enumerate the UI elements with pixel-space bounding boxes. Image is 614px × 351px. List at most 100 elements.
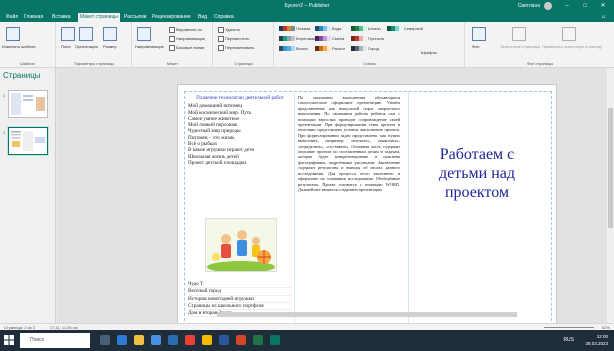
document-page[interactable]: Плачение технологии деятельной работ Мой…	[177, 84, 557, 323]
margins-button[interactable]: Поля	[61, 44, 71, 49]
color-swatch	[327, 26, 331, 32]
color-scheme-item[interactable]: Вода	[315, 26, 341, 33]
color-swatch	[363, 36, 367, 42]
apply-master-button[interactable]: Применить эталонную страницу	[542, 44, 602, 49]
column-divider	[408, 91, 409, 323]
children-illustration	[206, 219, 276, 273]
scheme-label: Северный	[404, 26, 423, 31]
page-thumbnail-1[interactable]	[8, 90, 48, 118]
tab-page-design[interactable]: Макет страницы	[78, 13, 120, 22]
change-template-button[interactable]: Изменить шаблон	[2, 44, 36, 49]
text-column-2[interactable]: По окончании выполнения обучающиеся само…	[298, 95, 400, 192]
maximize-button[interactable]: □	[578, 1, 592, 11]
powerpoint-icon[interactable]	[236, 335, 246, 345]
color-swatch	[291, 36, 295, 42]
status-bar: Страница: 2 из 2 17,11, 11,90 см 62%	[0, 323, 614, 330]
orientation-button[interactable]: Ориентация	[75, 44, 98, 49]
text-column-1[interactable]: Плачение технологии деятельной работ Мой…	[188, 95, 292, 166]
delete-page-button[interactable]: Удалить	[218, 27, 240, 33]
taskbar-search-input[interactable]: Поиск	[20, 333, 90, 348]
checkbox-icon	[169, 36, 175, 42]
fonts-button[interactable]: Шрифты	[421, 50, 437, 55]
column-divider	[294, 91, 295, 323]
horizontal-scrollbar[interactable]	[217, 312, 517, 317]
tab-help[interactable]: Справка	[212, 13, 236, 22]
color-swatch	[327, 36, 331, 42]
pages-pane: Страницы 1 2	[0, 68, 56, 323]
rename-icon	[218, 45, 224, 51]
close-button[interactable]: ✕	[596, 1, 610, 11]
move-page-button[interactable]: Переместить	[218, 36, 250, 42]
background-button[interactable]: Фон	[472, 44, 479, 49]
title-text-box[interactable]: Работаем с детьми над проектом	[414, 145, 540, 202]
ribbon: Изменить шаблон Шаблон Поля Ориентация Р…	[0, 22, 614, 68]
color-swatch	[327, 46, 331, 52]
title-bar: Буклет2 – Publisher Светлана – □ ✕	[0, 0, 614, 12]
color-scheme-item[interactable]: Шпили	[351, 26, 381, 33]
yandex-icon[interactable]	[202, 335, 212, 345]
word-icon[interactable]	[219, 335, 229, 345]
size-button[interactable]: Размер	[103, 44, 117, 49]
tab-mailings[interactable]: Рассылки	[122, 13, 148, 22]
baseline-checkbox[interactable]: Базовые линии	[169, 45, 204, 51]
user-name[interactable]: Светлана	[518, 3, 540, 9]
group-page-setup: Поля Ориентация Размер Параметры страниц…	[57, 22, 132, 68]
zoom-slider[interactable]	[544, 327, 594, 328]
group-label: Страницы	[234, 61, 253, 66]
vertical-scrollbar[interactable]	[607, 68, 614, 323]
scheme-label: Шпили	[368, 26, 381, 31]
tab-view[interactable]: Вид	[196, 13, 209, 22]
color-scheme-item[interactable]: Северный	[387, 26, 423, 33]
tab-file[interactable]: Файл	[4, 13, 20, 22]
template-icon	[6, 27, 20, 41]
windows-start-icon[interactable]	[4, 335, 14, 345]
align-objects-option[interactable]: Выровнять по	[169, 27, 202, 33]
minimize-button[interactable]: –	[560, 1, 574, 11]
color-scheme-item[interactable]: Смена	[315, 36, 344, 43]
mail-icon[interactable]	[168, 335, 178, 345]
color-scheme-item[interactable]: Раскол	[315, 46, 345, 53]
topic-line: Веселый город	[188, 288, 292, 296]
tab-home[interactable]: Главная	[22, 13, 45, 22]
excel-icon[interactable]	[253, 335, 263, 345]
color-scheme-item[interactable]: Пустыня	[351, 36, 384, 43]
page-thumbnail-2[interactable]	[8, 127, 48, 155]
group-label: Макет	[166, 61, 179, 66]
color-swatch	[291, 46, 295, 52]
apply-master-icon	[562, 27, 576, 41]
group-label: Параметры страницы	[73, 61, 115, 66]
store-icon[interactable]	[151, 335, 161, 345]
scheme-label: Плазма	[296, 26, 311, 31]
tab-insert[interactable]: Вставка	[50, 13, 73, 22]
children-picture[interactable]	[205, 218, 277, 273]
share-icon[interactable]: ☺	[601, 14, 606, 20]
group-pages: Удалить Переместить Переименовать Страни…	[214, 22, 274, 68]
margins-icon	[61, 27, 75, 41]
publisher-icon[interactable]	[270, 335, 280, 345]
checkbox-icon	[169, 45, 175, 51]
edge-icon[interactable]	[117, 335, 127, 345]
scrollbar-thumb[interactable]	[608, 108, 613, 228]
color-scheme-item[interactable]: Волна	[279, 46, 308, 53]
language-indicator[interactable]: RUS	[563, 337, 574, 343]
rename-page-button[interactable]: Переименовать	[218, 45, 254, 51]
color-scheme-item[interactable]: Город	[351, 46, 379, 53]
guides-button[interactable]: Направляющие	[135, 44, 164, 49]
master-pages-button[interactable]: Эталонные страницы	[500, 44, 540, 49]
task-view-icon[interactable]	[100, 335, 110, 345]
guides-checkbox[interactable]: Направляющие	[169, 36, 205, 42]
color-scheme-item[interactable]: Плазма	[279, 26, 310, 33]
move-icon	[218, 36, 224, 42]
ribbon-tabs: Файл Главная Вставка Макет страницы Расс…	[0, 12, 614, 22]
system-clock[interactable]: 12:00 28.03.2023	[585, 333, 608, 347]
avatar[interactable]	[544, 2, 552, 10]
page-number: 2	[3, 130, 6, 135]
scheme-label: Пустыня	[368, 36, 384, 41]
document-workspace[interactable]: Плачение технологии деятельной работ Мой…	[57, 68, 614, 323]
color-scheme-item[interactable]: Береговая	[279, 36, 315, 43]
tab-review[interactable]: Рецензирование	[150, 13, 193, 22]
explorer-icon[interactable]	[134, 335, 144, 345]
topic-list: Мой домашний питомец Мой космический мир.…	[188, 103, 292, 166]
group-template: Изменить шаблон Шаблон	[0, 22, 56, 68]
chrome-icon[interactable]	[185, 335, 195, 345]
